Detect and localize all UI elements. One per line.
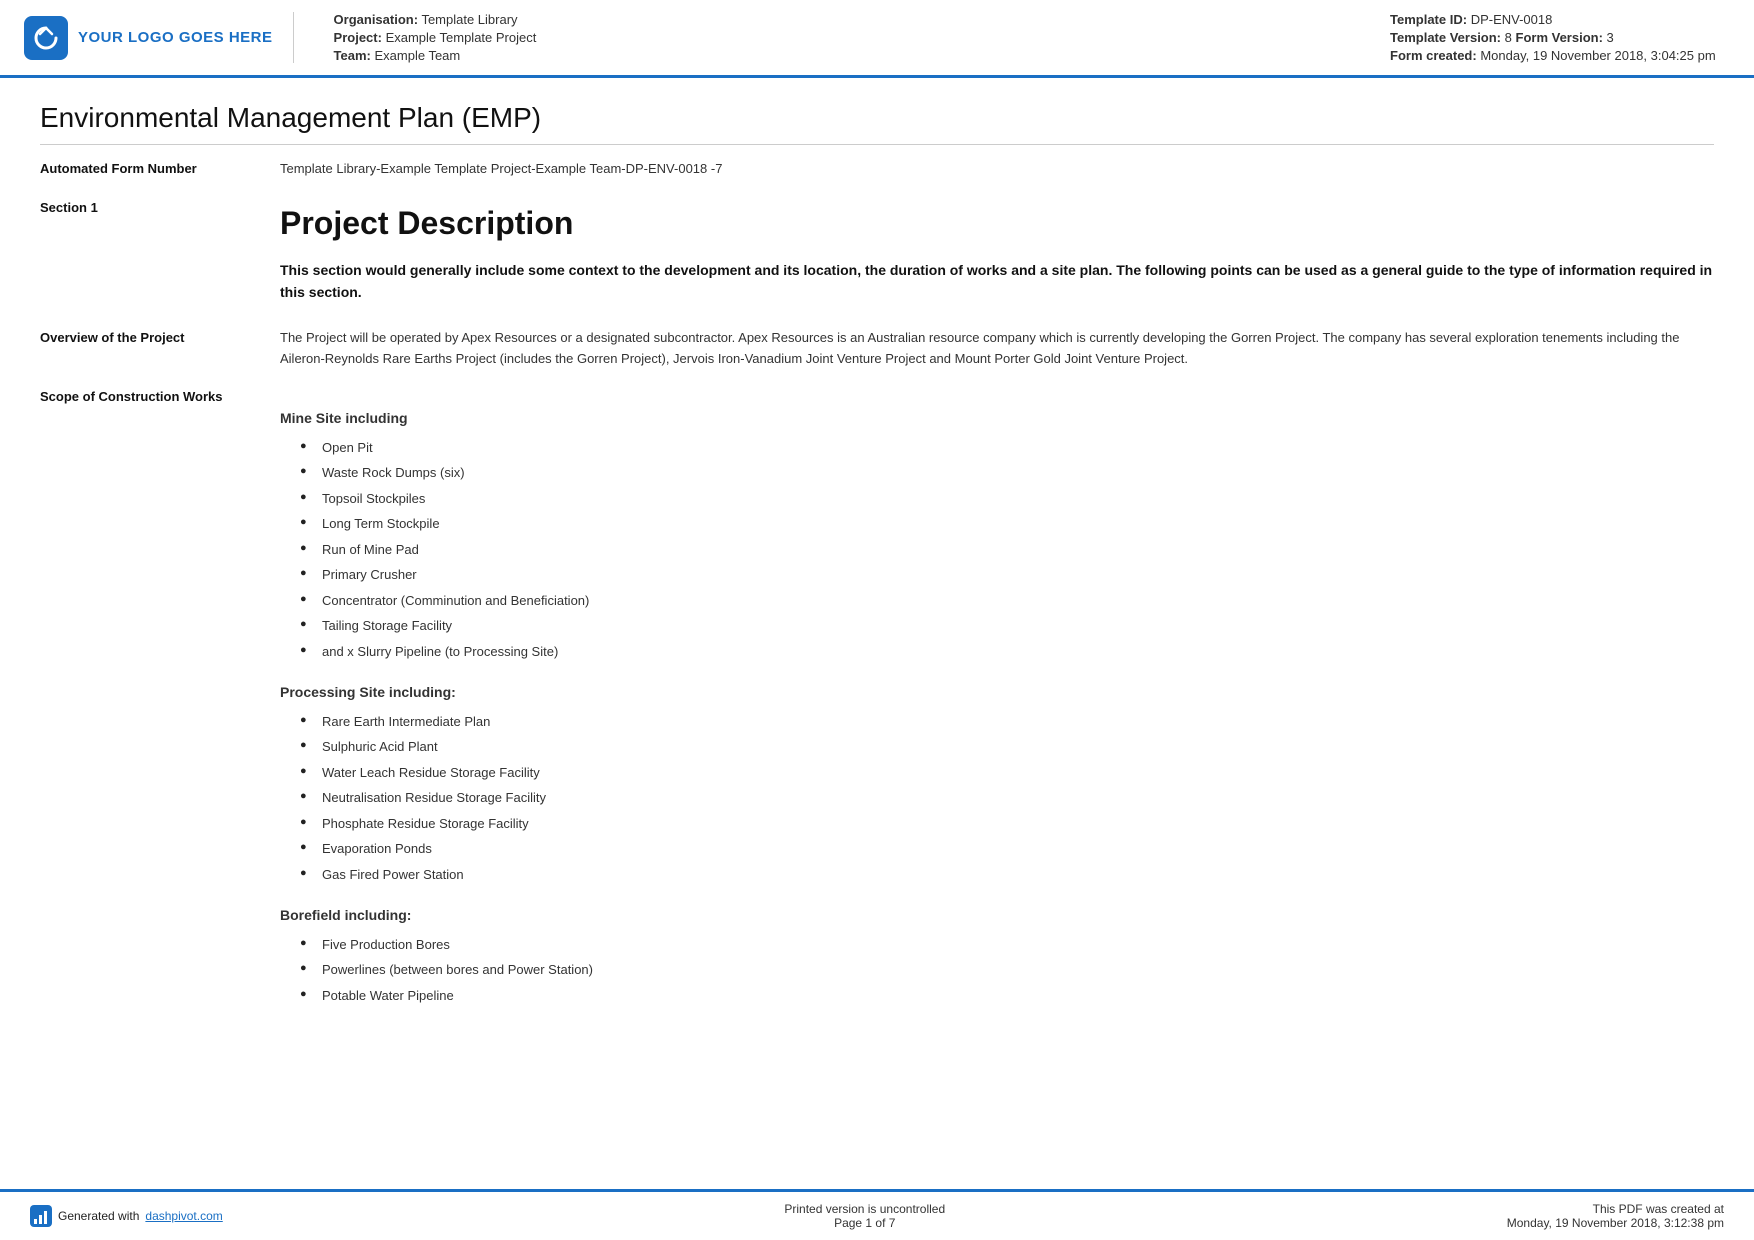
template-version-row: Template Version: 8 Form Version: 3: [1390, 30, 1730, 45]
list-item: Long Term Stockpile: [300, 514, 1714, 534]
template-version-value: 8: [1505, 30, 1512, 45]
automated-form-row: Automated Form Number Template Library-E…: [40, 159, 1714, 180]
template-id-value: DP-ENV-0018: [1471, 12, 1553, 27]
list-item: Tailing Storage Facility: [300, 616, 1714, 636]
footer-generated-link[interactable]: dashpivot.com: [145, 1209, 222, 1223]
list-item: Topsoil Stockpiles: [300, 489, 1714, 509]
template-version-label: Template Version:: [1390, 30, 1501, 45]
project-label: Project:: [334, 30, 382, 45]
overview-label: Overview of the Project: [40, 328, 260, 370]
list-item: Phosphate Residue Storage Facility: [300, 814, 1714, 834]
form-version-label: Form Version:: [1516, 30, 1603, 45]
borefield-title: Borefield including:: [280, 904, 1714, 926]
logo-section: YOUR LOGO GOES HERE: [24, 12, 294, 63]
page-footer: Generated with dashpivot.com Printed ver…: [0, 1189, 1754, 1240]
page-title: Environmental Management Plan (EMP): [40, 102, 1714, 145]
scope-content: Mine Site including Open Pit Waste Rock D…: [280, 387, 1714, 1021]
list-item: Water Leach Residue Storage Facility: [300, 763, 1714, 783]
section1-intro: This section would generally include som…: [280, 259, 1714, 304]
page-header: YOUR LOGO GOES HERE Organisation: Templa…: [0, 0, 1754, 78]
list-item: Sulphuric Acid Plant: [300, 737, 1714, 757]
team-row: Team: Example Team: [334, 48, 1370, 63]
section1-content: Project Description This section would g…: [280, 198, 1714, 310]
footer-logo-icon: [30, 1205, 52, 1227]
footer-right-line2: Monday, 19 November 2018, 3:12:38 pm: [1507, 1216, 1724, 1230]
list-item: Rare Earth Intermediate Plan: [300, 712, 1714, 732]
list-item: Open Pit: [300, 438, 1714, 458]
org-label: Organisation:: [334, 12, 419, 27]
form-created-label: Form created:: [1390, 48, 1477, 63]
automated-form-label: Automated Form Number: [40, 159, 260, 180]
list-item: Run of Mine Pad: [300, 540, 1714, 560]
scope-label: Scope of Construction Works: [40, 387, 260, 1021]
header-meta: Organisation: Template Library Project: …: [314, 12, 1370, 63]
footer-center-line1: Printed version is uncontrolled: [784, 1202, 945, 1216]
section1-row: Section 1 Project Description This secti…: [40, 198, 1714, 310]
scope-row: Scope of Construction Works Mine Site in…: [40, 387, 1714, 1021]
processing-site-list: Rare Earth Intermediate Plan Sulphuric Ac…: [300, 712, 1714, 885]
processing-site-title: Processing Site including:: [280, 681, 1714, 703]
automated-form-value: Template Library-Example Template Projec…: [280, 159, 1714, 180]
team-label: Team:: [334, 48, 371, 63]
project-row: Project: Example Template Project: [334, 30, 1370, 45]
list-item: Five Production Bores: [300, 935, 1714, 955]
mine-site-title: Mine Site including: [280, 407, 1714, 429]
list-item: Concentrator (Comminution and Beneficiat…: [300, 591, 1714, 611]
form-created-row: Form created: Monday, 19 November 2018, …: [1390, 48, 1730, 63]
list-item: Potable Water Pipeline: [300, 986, 1714, 1006]
footer-left: Generated with dashpivot.com: [30, 1205, 223, 1227]
list-item: Evaporation Ponds: [300, 839, 1714, 859]
section1-heading: Project Description: [280, 198, 1714, 249]
logo-icon: [24, 16, 68, 60]
form-created-value: Monday, 19 November 2018, 3:04:25 pm: [1480, 48, 1715, 63]
section1-label: Section 1: [40, 198, 260, 310]
project-value: Example Template Project: [386, 30, 537, 45]
footer-center-line2: Page 1 of 7: [784, 1216, 945, 1230]
mine-site-list: Open Pit Waste Rock Dumps (six) Topsoil St…: [300, 438, 1714, 662]
footer-right: This PDF was created at Monday, 19 Novem…: [1507, 1202, 1724, 1230]
list-item: Powerlines (between bores and Power Stat…: [300, 960, 1714, 980]
template-id-row: Template ID: DP-ENV-0018: [1390, 12, 1730, 27]
overview-text: The Project will be operated by Apex Res…: [280, 328, 1714, 370]
list-item: Gas Fired Power Station: [300, 865, 1714, 885]
logo-text: YOUR LOGO GOES HERE: [78, 29, 273, 46]
team-value: Example Team: [374, 48, 460, 63]
list-item: Neutralisation Residue Storage Facility: [300, 788, 1714, 808]
footer-generated-text: Generated with: [58, 1209, 139, 1223]
org-value: Template Library: [421, 12, 517, 27]
footer-center: Printed version is uncontrolled Page 1 o…: [784, 1202, 945, 1230]
form-version-value: 3: [1607, 30, 1614, 45]
footer-right-line1: This PDF was created at: [1507, 1202, 1724, 1216]
main-content: Environmental Management Plan (EMP) Auto…: [0, 78, 1754, 1063]
list-item: Primary Crusher: [300, 565, 1714, 585]
borefield-list: Five Production Bores Powerlines (between…: [300, 935, 1714, 1006]
list-item: Waste Rock Dumps (six): [300, 463, 1714, 483]
header-right: Template ID: DP-ENV-0018 Template Versio…: [1390, 12, 1730, 63]
template-id-label: Template ID:: [1390, 12, 1467, 27]
overview-row: Overview of the Project The Project will…: [40, 328, 1714, 370]
org-row: Organisation: Template Library: [334, 12, 1370, 27]
list-item: and x Slurry Pipeline (to Processing Sit…: [300, 642, 1714, 662]
